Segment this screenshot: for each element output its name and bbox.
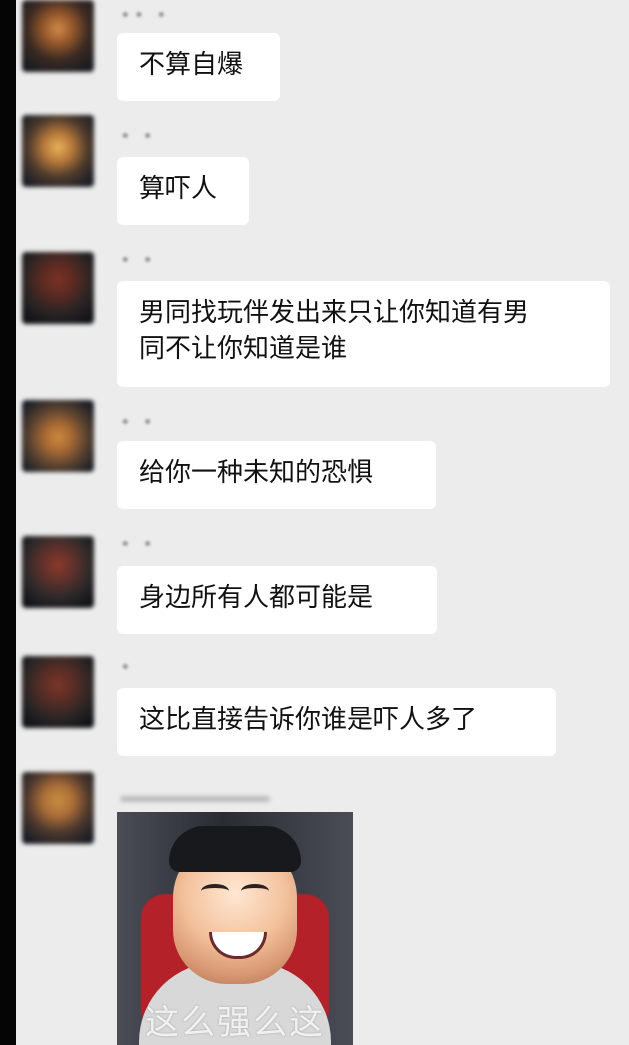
message-text: 给你一种未知的恐惧 (139, 458, 374, 488)
user-avatar-icon[interactable] (22, 0, 94, 72)
user-avatar-icon[interactable] (22, 252, 94, 324)
chat-message-list[interactable]: •• • 不算自爆 • • 算吓人 • • 男同找玩伴发出来只让你知道有男 同不… (16, 0, 629, 1045)
sender-name: • • (120, 126, 156, 147)
user-avatar-icon[interactable] (22, 115, 94, 187)
user-avatar-icon[interactable] (22, 400, 94, 472)
user-avatar-icon[interactable] (22, 536, 94, 608)
message-text: 身边所有人都可能是 (139, 583, 374, 613)
meme-image[interactable]: 这么强么这 (117, 812, 353, 1045)
sender-name: •• • (120, 5, 170, 26)
message-text-line-1: 男同找玩伴发出来只让你知道有男 (139, 298, 530, 328)
sender-name: • • (120, 412, 156, 433)
sender-name-blurred (120, 796, 270, 802)
message-bubble[interactable]: 身边所有人都可能是 (117, 566, 437, 634)
eye-right-icon (241, 884, 269, 898)
eye-left-icon (201, 884, 229, 898)
sender-name: • • (120, 250, 156, 271)
message-bubble[interactable]: 男同找玩伴发出来只让你知道有男 同不让你知道是谁 (117, 281, 610, 387)
sender-name: • (120, 657, 134, 678)
left-edge-strip (0, 0, 16, 1045)
message-bubble[interactable]: 给你一种未知的恐惧 (117, 441, 436, 509)
message-bubble[interactable]: 这比直接告诉你谁是吓人多了 (117, 688, 556, 756)
user-avatar-icon[interactable] (22, 772, 94, 844)
message-bubble[interactable]: 算吓人 (117, 157, 249, 225)
sender-name: • • (120, 534, 156, 555)
message-bubble[interactable]: 不算自爆 (117, 33, 280, 101)
hair-icon (169, 826, 301, 872)
meme-caption: 这么强么这 (145, 1003, 325, 1043)
message-text-line-2: 同不让你知道是谁 (139, 334, 348, 364)
user-avatar-icon[interactable] (22, 656, 94, 728)
message-text: 不算自爆 (139, 50, 244, 80)
message-text: 算吓人 (139, 174, 218, 204)
message-text: 这比直接告诉你谁是吓人多了 (139, 705, 478, 735)
